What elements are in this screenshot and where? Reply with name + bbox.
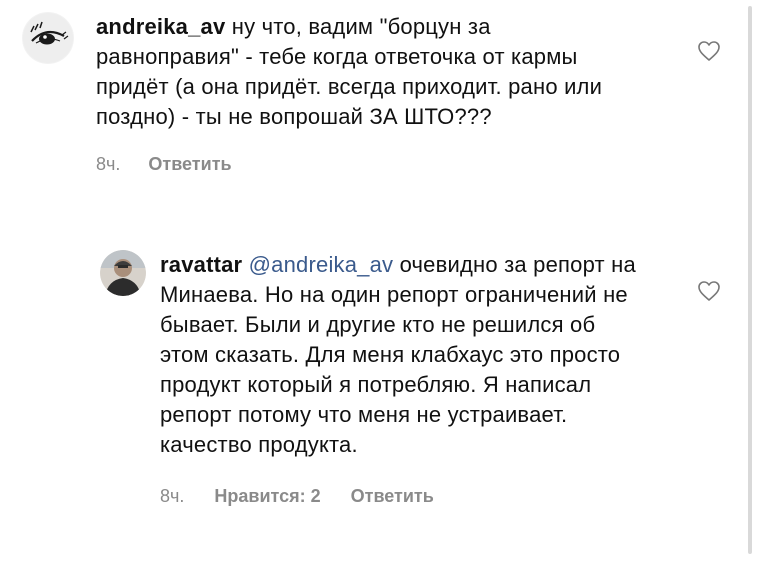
avatar[interactable] bbox=[100, 250, 146, 296]
heart-icon[interactable] bbox=[697, 40, 721, 62]
likes-count[interactable]: Нравится: 2 bbox=[214, 486, 320, 507]
username[interactable]: ravattar bbox=[160, 252, 242, 277]
comment-content: andreika_av ну что, вадим "борцун за рав… bbox=[96, 12, 722, 175]
timestamp: 8ч. bbox=[160, 486, 185, 506]
mention-link[interactable]: @andreika_av bbox=[249, 252, 394, 277]
comment-meta: 8ч. Нравится: 2 Ответить bbox=[160, 486, 720, 507]
comment-andreika: andreika_av ну что, вадим "борцун за рав… bbox=[22, 12, 722, 175]
comment-meta: 8ч. Ответить bbox=[96, 154, 722, 175]
reply-button[interactable]: Ответить bbox=[351, 486, 434, 507]
avatar[interactable] bbox=[22, 12, 74, 64]
comment-ravattar: ravattar @andreika_av очевидно за репорт… bbox=[100, 250, 720, 507]
comment-content: ravattar @andreika_av очевидно за репорт… bbox=[160, 250, 720, 507]
reply-button[interactable]: Ответить bbox=[148, 154, 231, 175]
comment-body: очевидно за репорт на Минаева. Но на оди… bbox=[160, 252, 636, 457]
username[interactable]: andreika_av bbox=[96, 14, 225, 39]
heart-icon[interactable] bbox=[697, 280, 721, 302]
timestamp: 8ч. bbox=[96, 154, 121, 174]
eye-illustration-icon bbox=[23, 13, 73, 63]
profile-photo-avatar bbox=[100, 250, 146, 296]
comment-text: andreika_av ну что, вадим "борцун за рав… bbox=[96, 12, 636, 132]
scrollbar[interactable] bbox=[748, 6, 752, 554]
comment-text: ravattar @andreika_av очевидно за репорт… bbox=[160, 250, 648, 460]
